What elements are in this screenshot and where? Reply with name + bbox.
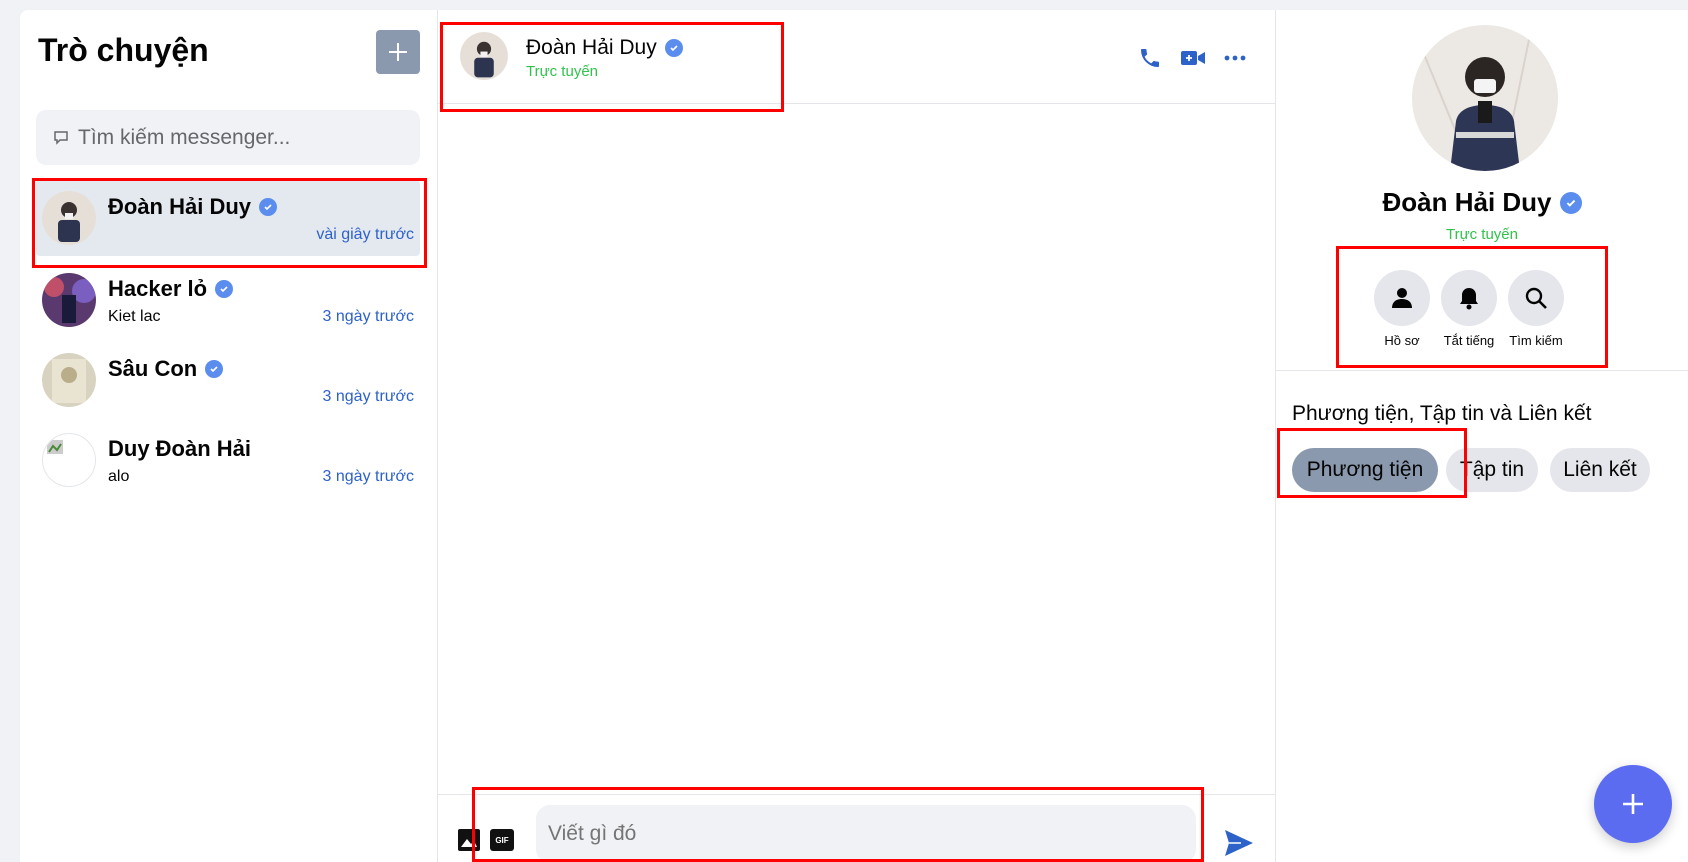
- conversation-name: Sâu Con: [108, 356, 198, 381]
- avatar[interactable]: [460, 32, 508, 80]
- chat-panel: Đoàn Hải Duy Trực tuyến GIF: [438, 10, 1276, 862]
- avatar: [42, 273, 96, 327]
- message-input[interactable]: [536, 805, 1196, 862]
- tab-links[interactable]: Liên kết: [1550, 448, 1650, 492]
- plus-icon: [1623, 794, 1643, 814]
- chat-contact-name: Đoàn Hải Duy: [526, 36, 657, 59]
- profile-avatar: [1412, 25, 1558, 171]
- more-options-icon[interactable]: [1224, 55, 1246, 61]
- avatar: [42, 191, 96, 245]
- image-upload-icon[interactable]: [458, 829, 480, 851]
- chat-contact-status: Trực tuyến: [526, 63, 599, 80]
- mute-action-button[interactable]: Tắt tiếng: [1434, 270, 1504, 348]
- floating-add-button[interactable]: [1594, 765, 1672, 843]
- divider: [1276, 370, 1688, 371]
- profile-status: Trực tuyến: [1445, 226, 1518, 243]
- search-icon: [1525, 287, 1547, 309]
- conversation-name: Đoàn Hải Duy: [108, 194, 252, 219]
- profile-panel: Đoàn Hải Duy Trực tuyến Hồ sơ Tắt tiếng …: [1276, 10, 1688, 862]
- tab-media[interactable]: Phương tiện: [1292, 448, 1438, 492]
- sidebar-title: Trò chuyện: [38, 32, 209, 68]
- search-placeholder: Tìm kiếm messenger...: [78, 125, 291, 149]
- search-messenger-input[interactable]: Tìm kiếm messenger...: [36, 110, 420, 165]
- verified-badge-icon: [205, 360, 224, 378]
- conversation-item[interactable]: Sâu Con 3 ngày trước: [36, 342, 420, 418]
- verified-badge-icon: [259, 198, 278, 216]
- verified-badge-icon: [1559, 191, 1582, 214]
- conversation-time: 3 ngày trước: [322, 388, 414, 405]
- conversation-last-message: Kiet lac: [108, 308, 161, 325]
- tab-files[interactable]: Tập tin: [1446, 448, 1538, 492]
- conversation-item[interactable]: Hacker lỏ Kiet lac 3 ngày trước: [36, 262, 420, 338]
- conversation-item[interactable]: Đoàn Hải Duy vài giây trước: [36, 180, 420, 256]
- action-label: Hồ sơ: [1384, 333, 1420, 348]
- search-action-button[interactable]: Tìm kiếm: [1501, 270, 1571, 348]
- user-icon: [1392, 288, 1412, 308]
- send-icon[interactable]: [1224, 829, 1254, 857]
- gif-button[interactable]: GIF: [490, 829, 514, 851]
- conversation-time: 3 ngày trước: [322, 468, 414, 485]
- plus-icon: [389, 43, 407, 61]
- avatar: [42, 353, 96, 407]
- profile-action-button[interactable]: Hồ sơ: [1367, 270, 1437, 348]
- media-section-title: Phương tiện, Tập tin và Liên kết: [1292, 402, 1592, 425]
- chat-header: Đoàn Hải Duy Trực tuyến: [438, 10, 1276, 104]
- conversation-time: vài giây trước: [316, 226, 414, 243]
- verified-badge-icon: [664, 39, 683, 57]
- messenger-app: Trò chuyện Tìm kiếm messenger... Đoàn Hả…: [20, 10, 1688, 862]
- conversation-time: 3 ngày trước: [322, 308, 414, 325]
- conversation-name: Hacker lỏ: [108, 276, 208, 301]
- bell-icon: [1460, 288, 1478, 310]
- phone-icon[interactable]: [1138, 46, 1162, 70]
- profile-name: Đoàn Hải Duy: [1382, 187, 1552, 217]
- verified-badge-icon: [215, 280, 234, 298]
- conversation-name: Duy Đoàn Hải: [108, 436, 252, 461]
- video-call-icon[interactable]: [1180, 47, 1206, 69]
- conversation-item[interactable]: Duy Đoàn Hải alo 3 ngày trước: [36, 422, 420, 498]
- message-composer: GIF: [438, 794, 1276, 862]
- conversation-sidebar: Trò chuyện Tìm kiếm messenger... Đoàn Hả…: [20, 10, 438, 862]
- chat-bubble-icon: [54, 130, 68, 145]
- action-label: Tìm kiếm: [1509, 333, 1563, 348]
- conversation-last-message: alo: [108, 468, 130, 485]
- new-chat-button[interactable]: [376, 30, 420, 74]
- broken-image-avatar: [42, 433, 96, 487]
- action-label: Tắt tiếng: [1443, 333, 1495, 348]
